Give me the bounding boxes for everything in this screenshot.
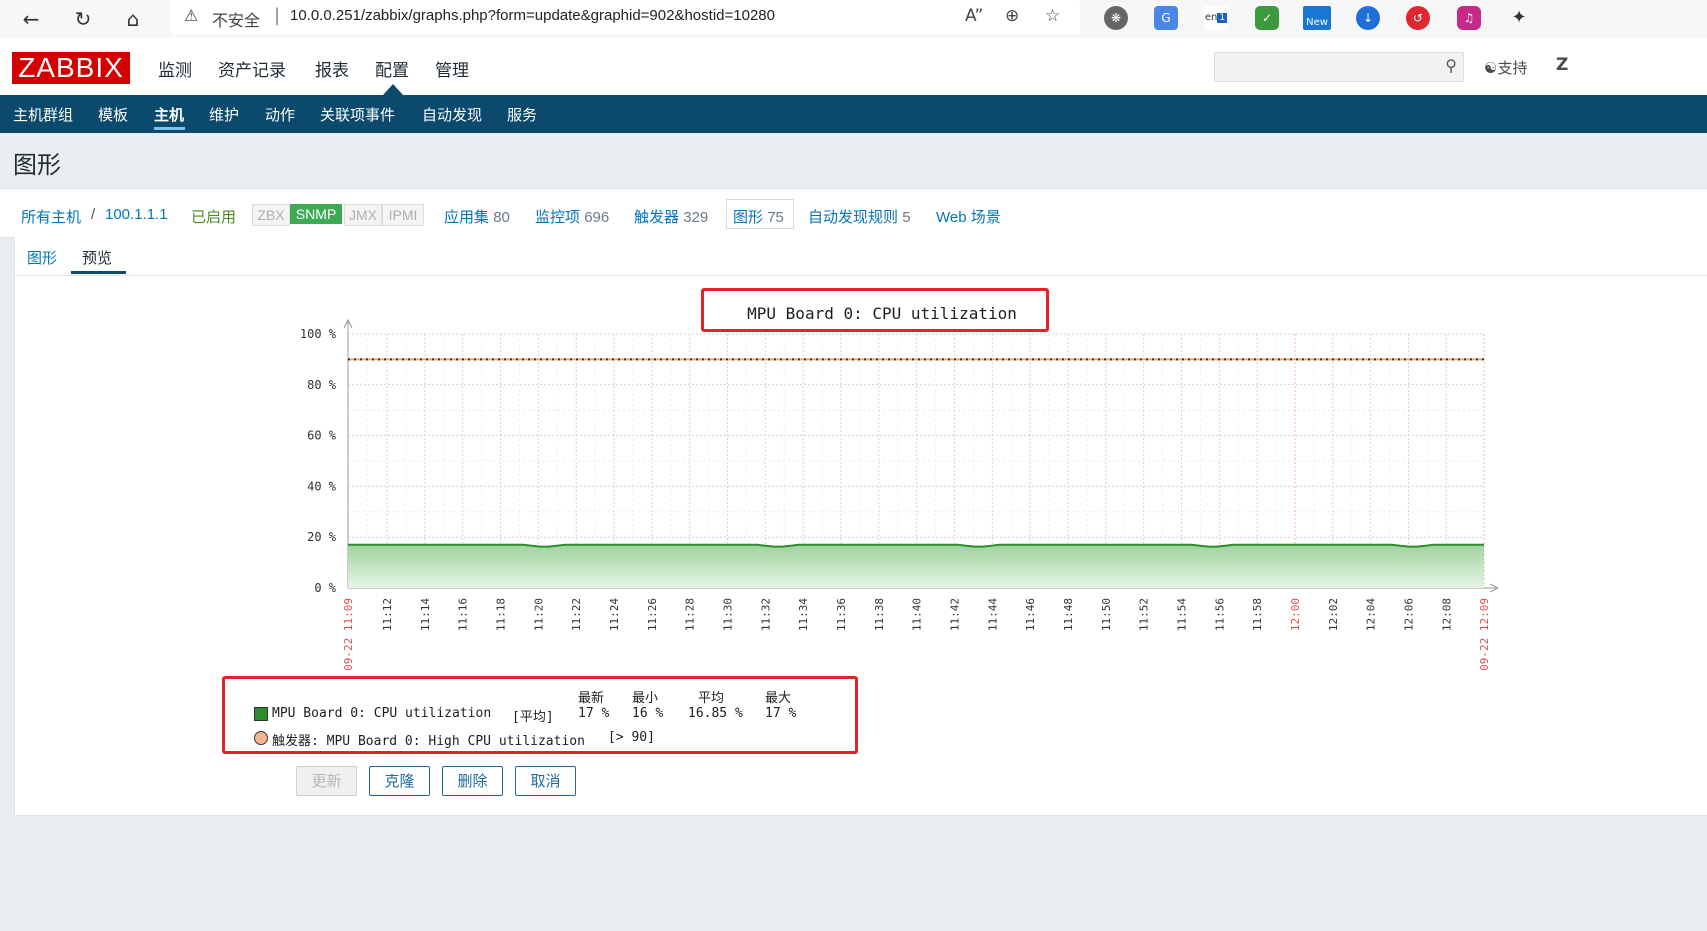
cpu-graph: MPU Board 0: CPU utilization 0 %20 %40 %… — [300, 304, 1500, 671]
x-tick-label: 11:16 — [457, 598, 470, 631]
x-tick-label: 11:24 — [608, 598, 621, 631]
graph-marks — [348, 358, 1484, 588]
delete-button[interactable]: 删除 — [442, 766, 503, 796]
x-tick-label: 12:00 — [1289, 598, 1302, 631]
cancel-button[interactable]: 取消 — [515, 766, 576, 796]
x-tick-label: 11:34 — [797, 598, 810, 631]
x-tick-label: 11:22 — [570, 598, 583, 631]
y-tick-label: 40 % — [307, 479, 337, 493]
y-tick-label: 60 % — [307, 429, 337, 443]
x-tick-label: 11:30 — [722, 598, 735, 631]
x-tick-label: 11:46 — [1024, 598, 1037, 631]
clone-button[interactable]: 克隆 — [369, 766, 430, 796]
x-tick-label: 11:12 — [381, 598, 394, 631]
y-tick-label: 80 % — [307, 378, 337, 392]
x-tick-label: 11:26 — [646, 598, 659, 631]
x-tick-label: 09-22 11:09 — [342, 598, 355, 671]
x-axis-ticks: 09-22 11:09 11:12 11:14 11:16 11:18 11:20 11:2… — [342, 598, 1491, 671]
x-tick-label: 11:18 — [495, 598, 508, 631]
x-tick-label: 11:54 — [1176, 598, 1189, 631]
y-tick-label: 20 % — [307, 530, 337, 544]
x-tick-label: 11:38 — [873, 598, 886, 631]
update-button[interactable]: 更新 — [296, 766, 357, 796]
x-tick-label: 11:32 — [759, 598, 772, 631]
x-tick-label: 12:02 — [1327, 598, 1340, 631]
x-tick-label: 11:58 — [1251, 598, 1264, 631]
x-tick-label: 12:04 — [1365, 598, 1378, 631]
x-tick-label: 11:28 — [684, 598, 697, 631]
x-tick-label: 11:52 — [1138, 598, 1151, 631]
title-highlight-box — [701, 288, 1049, 332]
y-tick-label: 100 % — [300, 327, 337, 341]
y-tick-label: 0 % — [314, 581, 336, 595]
x-tick-label: 11:20 — [532, 598, 545, 631]
cpu-series-area — [348, 544, 1484, 588]
y-axis-ticks: 0 % 20 % 40 % 60 % 80 % 100 % — [300, 327, 337, 595]
legend-highlight-box — [222, 676, 858, 754]
x-tick-label: 11:50 — [1100, 598, 1113, 631]
x-tick-label: 11:40 — [911, 598, 924, 631]
x-tick-label: 11:36 — [835, 598, 848, 631]
x-tick-label: 11:42 — [949, 598, 962, 631]
x-tick-label: 11:14 — [419, 598, 432, 631]
x-tick-label: 11:56 — [1213, 598, 1226, 631]
x-tick-label: 09-22 12:09 — [1478, 598, 1491, 671]
x-tick-label: 11:44 — [986, 598, 999, 631]
x-tick-label: 12:06 — [1403, 598, 1416, 631]
x-tick-label: 12:08 — [1440, 598, 1453, 631]
x-tick-label: 11:48 — [1062, 598, 1075, 631]
